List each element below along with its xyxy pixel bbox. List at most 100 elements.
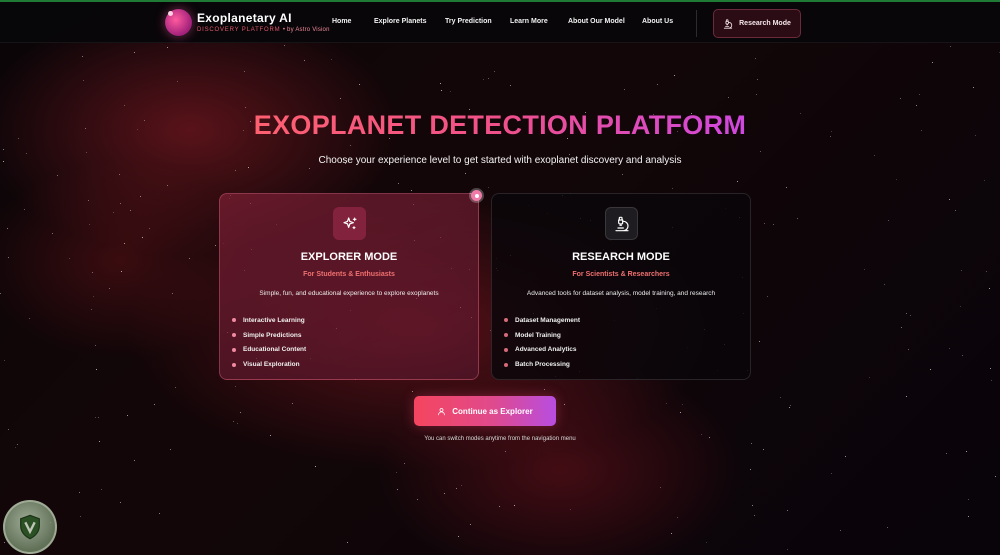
star xyxy=(123,243,125,245)
star xyxy=(919,94,920,96)
star xyxy=(101,488,103,490)
star xyxy=(95,417,97,419)
star xyxy=(56,175,58,177)
star xyxy=(7,227,8,229)
explorer-card-description: Simple, fun, and educational experience … xyxy=(259,290,439,297)
star xyxy=(665,402,667,404)
star xyxy=(670,533,672,535)
star xyxy=(24,209,26,211)
star xyxy=(236,422,238,424)
star xyxy=(863,269,865,271)
star xyxy=(154,404,156,406)
star xyxy=(622,174,624,176)
research-icon-tile xyxy=(605,207,638,240)
nav-explore-planets-link[interactable]: Explore Planets xyxy=(374,18,427,25)
research-mode-button[interactable]: Research Mode xyxy=(713,9,801,38)
star xyxy=(92,296,94,298)
star xyxy=(51,232,53,234)
nav-learn-more-link[interactable]: Learn More xyxy=(510,18,548,25)
explorer-card-audience: For Students & Enthusiasts xyxy=(303,271,395,278)
star xyxy=(960,269,962,271)
star xyxy=(0,292,2,294)
star xyxy=(780,397,782,399)
star xyxy=(90,309,92,310)
explorer-icon-tile xyxy=(333,207,366,240)
planet-logo-icon[interactable] xyxy=(165,9,192,36)
list-item: Advanced Analytics xyxy=(504,343,580,358)
feature-label: Simple Predictions xyxy=(243,331,302,339)
bullet-dot-icon xyxy=(504,318,508,323)
star xyxy=(766,295,768,297)
star xyxy=(787,509,789,511)
brand-title[interactable]: Exoplanetary AI xyxy=(197,11,292,25)
star xyxy=(119,173,121,175)
feature-label: Interactive Learning xyxy=(243,316,305,324)
star xyxy=(88,200,90,202)
star xyxy=(340,98,341,100)
star xyxy=(787,548,789,550)
brand-tagline: DISCOVERY PLATFORM xyxy=(197,27,281,33)
star xyxy=(797,218,798,220)
star xyxy=(487,187,489,189)
star xyxy=(700,434,702,435)
star xyxy=(900,98,902,100)
nav-about-model-link[interactable]: About Our Model xyxy=(568,18,625,25)
star xyxy=(234,170,236,172)
page-title: EXOPLANET DETECTION PLATFORM xyxy=(0,110,1000,141)
star xyxy=(412,390,414,392)
star xyxy=(292,402,294,404)
nav-try-prediction-link[interactable]: Try Prediction xyxy=(445,18,492,25)
star xyxy=(15,447,17,449)
continue-explorer-button[interactable]: Continue as Explorer xyxy=(414,396,556,426)
star xyxy=(840,529,842,531)
bullet-dot-icon xyxy=(232,318,236,323)
star xyxy=(930,368,932,370)
star xyxy=(950,45,951,47)
page-subtitle: Choose your experience level to get star… xyxy=(318,155,682,166)
star xyxy=(2,148,4,150)
brand-by-line: • by Astro Vision xyxy=(282,27,330,33)
star xyxy=(159,512,161,514)
star xyxy=(232,420,234,422)
star xyxy=(750,469,752,471)
top-navbar: Exoplanetary AI DISCOVERY PLATFORM • by … xyxy=(0,2,1000,43)
star xyxy=(909,314,911,316)
research-mode-card[interactable]: RESEARCH MODE For Scientists & Researche… xyxy=(491,193,751,380)
star xyxy=(845,455,847,457)
nav-about-us-link[interactable]: About Us xyxy=(642,18,673,25)
nav-home-link[interactable]: Home xyxy=(332,18,351,25)
star xyxy=(248,167,249,169)
star xyxy=(245,107,247,108)
star xyxy=(398,182,399,184)
selected-indicator-icon xyxy=(471,190,482,201)
star xyxy=(68,257,70,259)
star xyxy=(896,179,898,181)
star xyxy=(751,505,753,507)
star xyxy=(81,55,83,57)
star xyxy=(243,70,245,72)
explorer-mode-card[interactable]: EXPLORER MODE For Students & Enthusiasts… xyxy=(219,193,479,380)
star xyxy=(172,293,174,295)
star xyxy=(167,46,169,48)
star xyxy=(757,78,759,80)
star xyxy=(346,541,348,543)
star xyxy=(441,90,443,92)
star xyxy=(396,472,398,474)
star xyxy=(16,444,18,446)
star xyxy=(304,60,305,61)
feature-label: Visual Exploration xyxy=(243,361,300,369)
star xyxy=(29,317,30,319)
star xyxy=(679,412,681,413)
star xyxy=(737,180,739,182)
feature-label: Dataset Management xyxy=(515,316,581,324)
research-feature-list: Dataset Management Model Training Advanc… xyxy=(504,313,580,372)
star xyxy=(167,185,169,186)
star xyxy=(915,104,917,106)
star xyxy=(120,270,122,272)
star xyxy=(968,515,970,517)
star xyxy=(176,80,178,82)
shield-v-icon xyxy=(20,514,40,540)
star xyxy=(464,172,466,174)
star xyxy=(314,466,316,467)
star xyxy=(170,449,171,451)
